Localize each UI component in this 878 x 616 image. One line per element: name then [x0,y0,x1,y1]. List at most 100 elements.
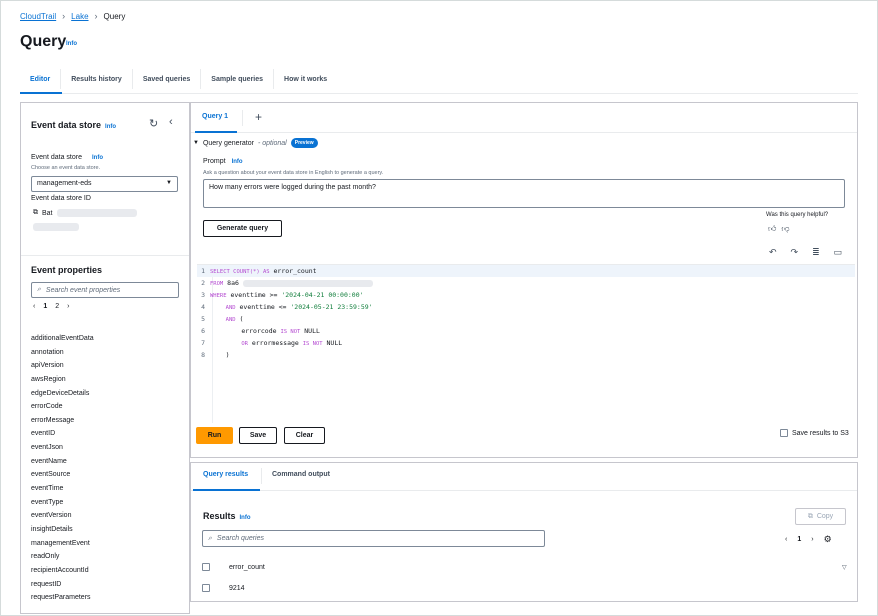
code-line: 5 AND ( [201,315,244,323]
active-editor-tab-indicator [195,131,237,133]
event-data-store-field-label: Event data store Info [31,154,103,161]
prev-page-icon[interactable]: ‹ [785,536,787,543]
column-header-error-count[interactable]: error_count [229,564,265,571]
generate-query-button[interactable]: Generate query [203,220,282,237]
next-page-icon[interactable]: › [811,536,813,543]
page-1[interactable]: 1 [43,303,47,310]
list-item[interactable]: recipientAccountId [31,564,94,578]
caret-down-icon: ▼ [193,140,199,146]
list-item[interactable]: apiVersion [31,359,94,373]
tab-results-history[interactable]: Results history [61,69,133,89]
row-checkbox[interactable] [202,584,210,592]
redo-icon[interactable]: ↷ [791,247,799,258]
event-data-store-id-label: Event data store ID [31,195,91,202]
list-item[interactable]: eventName [31,455,94,469]
list-item[interactable]: eventID [31,427,94,441]
list-item[interactable]: requestParameters [31,591,94,605]
list-item[interactable]: eventJson [31,441,94,455]
tab-how-it-works[interactable]: How it works [274,69,337,89]
list-item[interactable]: eventVersion [31,509,94,523]
format-icon[interactable]: ≣ [812,247,820,258]
event-data-store-select[interactable]: management-eds ▼ [31,176,178,192]
list-item[interactable]: edgeDeviceDetails [31,387,94,401]
event-data-store-info-link[interactable]: Info [105,124,116,130]
chevron-right-icon: › [94,11,98,21]
search-icon: ⌕ [37,286,41,293]
query-generator-toggle[interactable]: ▼ Query generator - optional Preview [193,138,318,148]
settings-gear-icon[interactable]: ⚙ [824,534,832,545]
code-line: 6 errorcode IS NOT NULL [201,327,320,335]
tab-query-1[interactable]: Query 1 [202,113,228,120]
sql-code-editor[interactable]: 1 SELECT COUNT(*) AS error_count 2 FROM 8a… [197,264,855,423]
save-results-s3-checkbox[interactable] [780,429,788,437]
copy-label: Copy [816,513,834,520]
list-item[interactable]: eventTime [31,482,94,496]
tab-editor[interactable]: Editor [20,69,62,89]
breadcrumb-cloudtrail[interactable]: CloudTrail [20,12,56,21]
clear-button[interactable]: Clear [284,427,325,444]
tab-sample-queries[interactable]: Sample queries [201,69,275,89]
copy-button[interactable]: ⧉ Copy [795,508,846,525]
list-item[interactable]: errorCode [31,400,94,414]
next-page-icon[interactable]: › [67,303,69,310]
list-item[interactable]: errorMessage [31,414,94,428]
search-placeholder: Search event properties [45,286,121,294]
select-all-checkbox[interactable] [202,563,210,571]
list-item[interactable]: additionalEventData [31,332,94,346]
page-2[interactable]: 2 [55,303,59,310]
prompt-textarea[interactable]: How many errors were logged during the p… [203,179,845,208]
results-tabs: Query results Command output [191,463,857,491]
prompt-info-link[interactable]: Info [232,159,243,165]
list-item[interactable]: eventType [31,496,94,510]
current-page[interactable]: 1 [797,536,801,543]
editor-toolbar: ↶ ↷ ≣ ▭ [769,247,842,258]
field-info-link[interactable]: Info [92,155,103,161]
event-data-store-id-value: Bat [42,209,53,217]
save-results-s3-option[interactable]: Save results to S3 [780,429,849,437]
code-line: 2 FROM 8a6 [197,277,855,289]
save-results-s3-label: Save results to S3 [792,429,849,437]
list-item[interactable]: insightDetails [31,523,94,537]
table-header-row: error_count [202,563,265,571]
save-button[interactable]: Save [239,427,277,444]
preferences-icon[interactable]: ▭ [834,247,843,258]
list-item[interactable]: awsRegion [31,373,94,387]
code-line: 8 ) [201,351,230,359]
list-item[interactable]: readOnly [31,550,94,564]
collapse-panel-icon[interactable]: ‹ [169,116,173,128]
list-item[interactable]: managementEvent [31,537,94,551]
copy-icon[interactable]: ⧉ [33,209,38,217]
list-item[interactable]: annotation [31,346,94,360]
code-line: 7 OR errormessage IS NOT NULL [201,339,343,347]
list-item[interactable]: requestID [31,578,94,592]
list-item[interactable]: eventSource [31,468,94,482]
search-icon: ⌕ [208,534,212,542]
table-cell: 9214 [229,584,245,592]
undo-icon[interactable]: ↶ [769,247,777,258]
tab-saved-queries[interactable]: Saved queries [133,69,202,89]
prompt-description: Ask a question about your event data sto… [203,170,384,176]
optional-label: - optional [257,139,287,147]
copy-icon: ⧉ [807,512,813,520]
tab-command-output[interactable]: Command output [272,471,330,478]
active-results-tab-indicator [193,489,260,491]
results-info-link[interactable]: Info [240,515,251,521]
breadcrumb-lake[interactable]: Lake [71,12,88,21]
breadcrumb-query: Query [103,11,126,21]
page-tabs: Editor Results history Saved queries Sam… [20,68,858,94]
tab-query-results[interactable]: Query results [203,471,248,478]
add-query-tab-icon[interactable]: + [255,110,262,124]
caret-down-icon: ▼ [166,180,172,186]
selected-event-data-store: management-eds [37,180,92,187]
code-line: 4 AND eventtime <= '2024-05-21 23:59:59' [201,303,373,311]
page-info-link[interactable]: Info [66,41,77,47]
thumbs-down-icon[interactable]: 👎︎ [781,224,789,234]
results-search-input[interactable]: ⌕ Search queries [202,530,545,547]
run-button[interactable]: Run [196,427,233,444]
event-properties-search[interactable]: ⌕ Search event properties [31,282,179,298]
prev-page-icon[interactable]: ‹ [33,303,35,310]
refresh-icon[interactable]: ↻ [149,117,158,130]
event-data-store-heading: Event data store Info [31,120,117,130]
sort-icon[interactable]: ▽ [842,564,847,571]
thumbs-up-icon[interactable]: 👍︎ [768,224,776,234]
